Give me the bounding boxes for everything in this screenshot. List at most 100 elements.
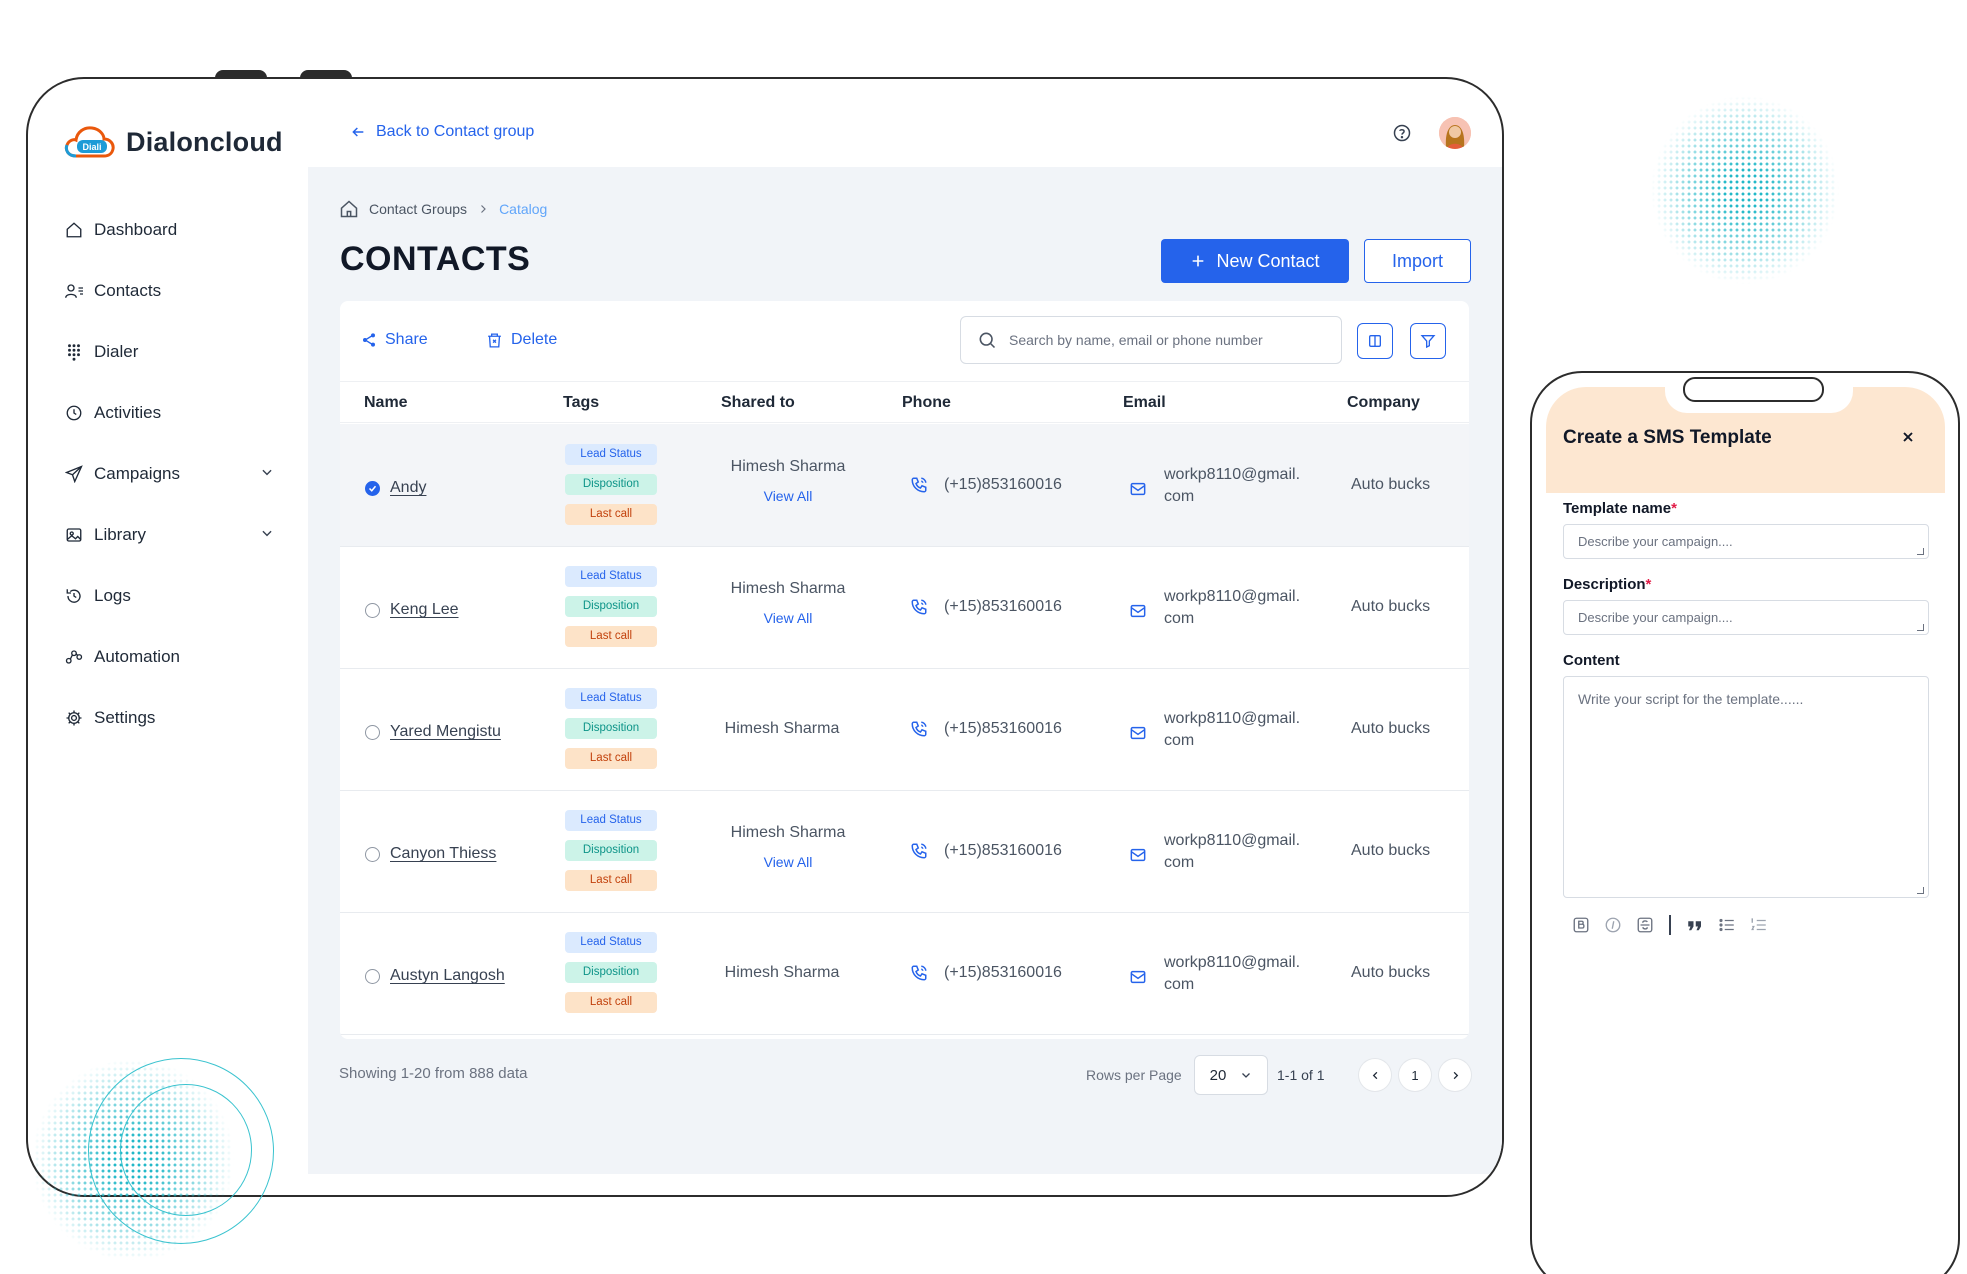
prev-page-button[interactable] [1359, 1059, 1391, 1091]
tag-disposition[interactable]: Disposition [565, 718, 657, 739]
column-header-company[interactable]: Company [1347, 394, 1420, 412]
company-cell: Auto bucks [1351, 720, 1431, 737]
filter-button[interactable] [1410, 323, 1446, 359]
help-button[interactable] [1392, 123, 1412, 148]
row-select-radio[interactable] [365, 846, 380, 862]
tag-disposition[interactable]: Disposition [565, 962, 657, 983]
search-input[interactable] [1009, 332, 1309, 348]
email-icon-wrap [1130, 726, 1146, 745]
phone-number: (+15)853160016 [944, 964, 1062, 981]
columns-button[interactable] [1357, 323, 1393, 359]
sidebar-item-logs[interactable]: Logs [64, 565, 274, 626]
tag-last-call[interactable]: Last call [565, 504, 657, 525]
table-header: Name Tags Shared to Phone Email Company [340, 381, 1469, 423]
phone-call-icon[interactable] [910, 720, 928, 738]
tag-last-call[interactable]: Last call [565, 992, 657, 1013]
italic-icon[interactable] [1604, 916, 1622, 934]
sidebar-item-dialer[interactable]: Dialer [64, 321, 274, 382]
table-row[interactable]: Canyon Thiess Lead Status Disposition Last… [340, 790, 1469, 913]
resize-handle[interactable] [1917, 624, 1924, 631]
sidebar-item-campaigns[interactable]: Campaigns [64, 443, 274, 504]
import-button[interactable]: Import [1364, 239, 1471, 283]
tag-lead-status[interactable]: Lead Status [565, 444, 657, 465]
home-icon[interactable] [339, 199, 359, 219]
column-header-phone[interactable]: Phone [902, 394, 951, 412]
tag-lead-status[interactable]: Lead Status [565, 932, 657, 953]
delete-button[interactable]: Delete [486, 331, 557, 349]
shared-to-cell: Himesh Sharma View All [728, 580, 848, 626]
view-all-link[interactable]: View All [728, 610, 848, 626]
rows-per-page-value: 20 [1209, 1066, 1227, 1084]
rows-per-page-select[interactable]: 20 [1194, 1055, 1268, 1095]
app-logo[interactable]: Diali Dialoncloud [64, 124, 283, 160]
table-row[interactable]: Keng Lee Lead Status Disposition Last call… [340, 546, 1469, 669]
share-button[interactable]: Share [361, 331, 428, 349]
tag-lead-status[interactable]: Lead Status [565, 688, 657, 709]
bold-icon[interactable] [1572, 916, 1590, 934]
tag-disposition[interactable]: Disposition [565, 474, 657, 495]
chevron-down-icon[interactable] [260, 526, 274, 540]
sidebar-item-settings[interactable]: Settings [64, 687, 274, 748]
template-name-input[interactable] [1563, 524, 1929, 559]
back-to-contact-group-link[interactable]: Back to Contact group [350, 123, 534, 141]
table-row[interactable]: Austyn Langosh Lead Status Disposition Las… [340, 912, 1469, 1035]
phone-call-icon[interactable] [910, 598, 928, 616]
new-contact-button[interactable]: New Contact [1161, 239, 1349, 283]
quote-icon[interactable] [1686, 916, 1704, 934]
table-row[interactable]: Andy Lead Status Disposition Last call Him… [340, 424, 1469, 547]
close-button[interactable] [1900, 429, 1916, 450]
contact-name-link[interactable]: Keng Lee [390, 601, 459, 619]
sidebar-item-automation[interactable]: Automation [64, 626, 274, 687]
phone-cell: (+15)853160016 [910, 476, 1062, 494]
resize-handle[interactable] [1917, 548, 1924, 555]
row-select-radio[interactable] [365, 602, 380, 618]
row-select-radio[interactable] [365, 968, 380, 984]
contact-name-link[interactable]: Austyn Langosh [390, 967, 505, 985]
view-all-link[interactable]: View All [728, 488, 848, 504]
column-header-tags[interactable]: Tags [563, 394, 599, 412]
chevron-left-icon [1372, 1071, 1377, 1079]
row-select-radio[interactable] [365, 724, 380, 740]
sidebar-item-dashboard[interactable]: Dashboard [64, 199, 274, 260]
mail-icon[interactable] [1130, 604, 1146, 618]
content-textarea[interactable] [1563, 676, 1929, 898]
mail-icon[interactable] [1130, 726, 1146, 740]
tag-lead-status[interactable]: Lead Status [565, 566, 657, 587]
next-page-button[interactable] [1439, 1059, 1471, 1091]
chevron-down-icon[interactable] [260, 465, 274, 479]
contact-name-link[interactable]: Andy [390, 479, 426, 497]
contact-name-link[interactable]: Yared Mengistu [390, 723, 501, 741]
mail-icon[interactable] [1130, 970, 1146, 984]
gear-icon [64, 708, 84, 728]
page-number-button[interactable]: 1 [1399, 1059, 1431, 1091]
row-select-radio[interactable] [365, 480, 380, 496]
phone-call-icon[interactable] [910, 842, 928, 860]
tag-lead-status[interactable]: Lead Status [565, 810, 657, 831]
description-input[interactable] [1563, 600, 1929, 635]
table-row[interactable]: Yared Mengistu Lead Status Disposition Las… [340, 668, 1469, 791]
tag-last-call[interactable]: Last call [565, 626, 657, 647]
sidebar-item-contacts[interactable]: Contacts [64, 260, 274, 321]
tag-last-call[interactable]: Last call [565, 748, 657, 769]
mail-icon[interactable] [1130, 482, 1146, 496]
resize-handle[interactable] [1917, 887, 1924, 894]
sidebar-item-activities[interactable]: Activities [64, 382, 274, 443]
tag-disposition[interactable]: Disposition [565, 596, 657, 617]
tag-disposition[interactable]: Disposition [565, 840, 657, 861]
mail-icon[interactable] [1130, 848, 1146, 862]
column-header-email[interactable]: Email [1123, 394, 1166, 412]
tag-last-call[interactable]: Last call [565, 870, 657, 891]
contact-name-link[interactable]: Canyon Thiess [390, 845, 496, 863]
view-all-link[interactable]: View All [728, 854, 848, 870]
sidebar-item-library[interactable]: Library [64, 504, 274, 565]
column-header-shared-to[interactable]: Shared to [721, 394, 795, 412]
phone-call-icon[interactable] [910, 476, 928, 494]
breadcrumb-parent[interactable]: Contact Groups [369, 201, 467, 217]
user-avatar[interactable] [1439, 117, 1471, 149]
column-header-name[interactable]: Name [364, 394, 408, 412]
numbered-list-icon[interactable] [1750, 916, 1768, 934]
bullet-list-icon[interactable] [1718, 916, 1736, 934]
phone-call-icon[interactable] [910, 964, 928, 982]
strikethrough-icon[interactable] [1636, 916, 1654, 934]
send-icon [64, 464, 84, 484]
